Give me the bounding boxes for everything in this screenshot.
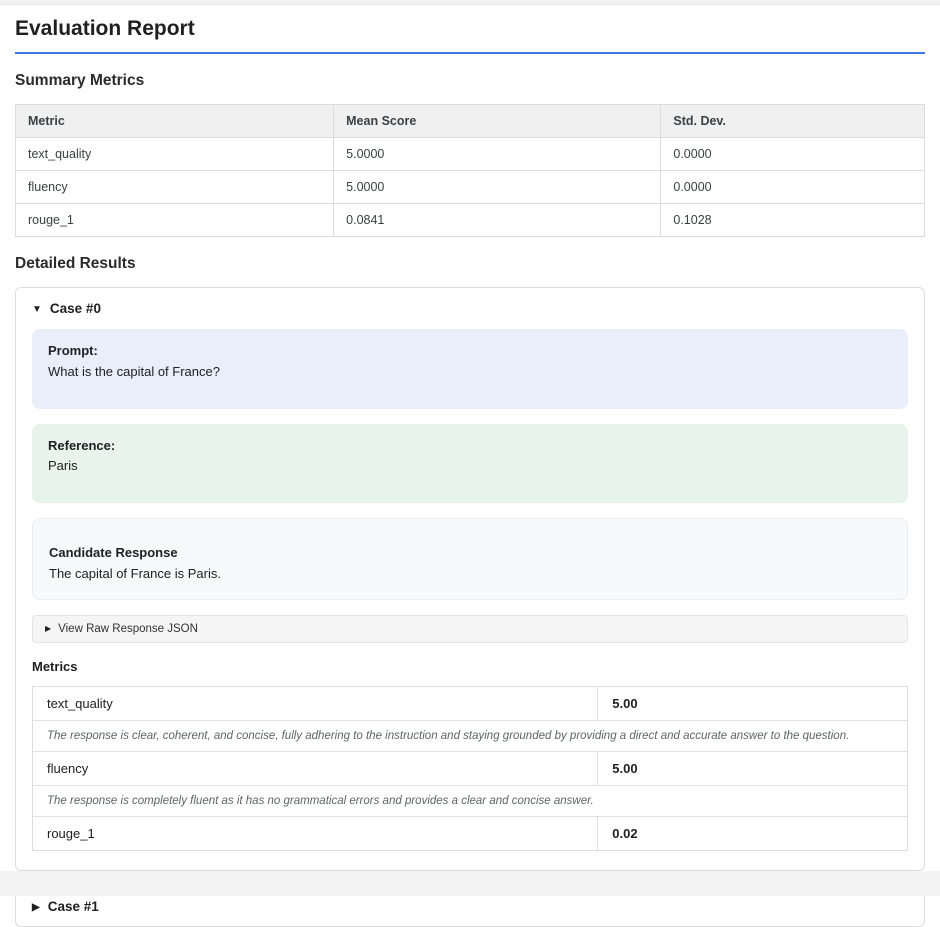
summary-header-row: Metric Mean Score Std. Dev.: [16, 105, 925, 138]
candidate-response-label: Candidate Response: [49, 543, 891, 564]
caret-down-icon: ▼: [32, 304, 42, 315]
metric-value-cell: 0.02: [598, 816, 908, 850]
metric-explanation-row: The response is clear, coherent, and con…: [33, 720, 908, 751]
summary-metrics-heading: Summary Metrics: [15, 72, 925, 90]
reference-text: Paris: [48, 458, 78, 473]
bottom-edge-strip: [0, 871, 940, 896]
metrics-heading: Metrics: [32, 659, 908, 674]
metrics-table: text_quality 5.00 The response is clear,…: [32, 686, 908, 851]
case-0-label: Case #0: [50, 301, 101, 316]
case-0-toggle[interactable]: ▼ Case #0: [32, 301, 908, 316]
reference-box: Reference: Paris: [32, 424, 908, 504]
report-container: Evaluation Report Summary Metrics Metric…: [0, 17, 940, 927]
metric-row: rouge_1 0.02: [33, 816, 908, 850]
summary-row: fluency 5.0000 0.0000: [16, 171, 925, 204]
metric-name-cell: text_quality: [33, 686, 598, 720]
mean-score-cell: 5.0000: [334, 171, 661, 204]
page-title: Evaluation Report: [15, 17, 925, 54]
raw-json-toggle[interactable]: ▶ View Raw Response JSON: [45, 623, 895, 635]
detailed-results-heading: Detailed Results: [15, 255, 925, 273]
raw-json-label: View Raw Response JSON: [58, 623, 198, 635]
prompt-label: Prompt:: [48, 341, 892, 362]
top-edge-strip: [0, 0, 940, 5]
metric-name-cell: rouge_1: [16, 204, 334, 237]
metric-name-cell: fluency: [16, 171, 334, 204]
candidate-response-text: The capital of France is Paris.: [49, 566, 221, 581]
summary-row: rouge_1 0.0841 0.1028: [16, 204, 925, 237]
mean-score-cell: 0.0841: [334, 204, 661, 237]
case-0-card: ▼ Case #0 Prompt: What is the capital of …: [15, 287, 925, 871]
std-dev-cell: 0.1028: [661, 204, 925, 237]
prompt-box: Prompt: What is the capital of France?: [32, 329, 908, 409]
prompt-text: What is the capital of France?: [48, 364, 220, 379]
metric-row: text_quality 5.00: [33, 686, 908, 720]
reference-label: Reference:: [48, 436, 892, 457]
summary-col-std-dev: Std. Dev.: [661, 105, 925, 138]
metric-name-cell: rouge_1: [33, 816, 598, 850]
caret-right-icon: ▶: [32, 902, 40, 913]
caret-right-icon: ▶: [45, 624, 51, 633]
summary-row: text_quality 5.0000 0.0000: [16, 138, 925, 171]
candidate-response-box: Candidate Response The capital of France…: [32, 518, 908, 600]
std-dev-cell: 0.0000: [661, 138, 925, 171]
metric-explanation: The response is clear, coherent, and con…: [33, 720, 908, 751]
metric-value-cell: 5.00: [598, 751, 908, 785]
mean-score-cell: 5.0000: [334, 138, 661, 171]
metric-value-cell: 5.00: [598, 686, 908, 720]
summary-table: Metric Mean Score Std. Dev. text_quality…: [15, 104, 925, 237]
raw-json-details: ▶ View Raw Response JSON: [32, 615, 908, 643]
metric-name-cell: fluency: [33, 751, 598, 785]
case-1-toggle[interactable]: ▶ Case #1: [32, 899, 908, 914]
summary-col-metric: Metric: [16, 105, 334, 138]
metric-name-cell: text_quality: [16, 138, 334, 171]
summary-col-mean-score: Mean Score: [334, 105, 661, 138]
metric-explanation-row: The response is completely fluent as it …: [33, 785, 908, 816]
std-dev-cell: 0.0000: [661, 171, 925, 204]
metric-explanation: The response is completely fluent as it …: [33, 785, 908, 816]
case-1-label: Case #1: [48, 899, 99, 914]
metric-row: fluency 5.00: [33, 751, 908, 785]
